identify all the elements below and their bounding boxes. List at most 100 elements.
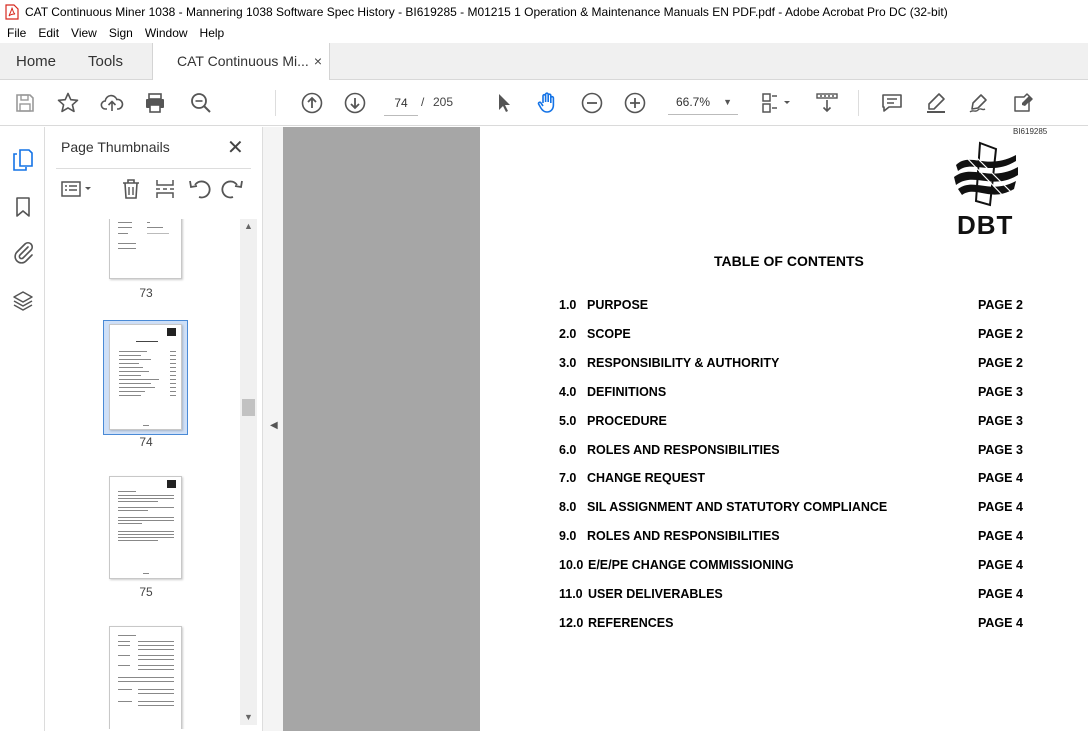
close-panel-icon[interactable]: ✕ (227, 135, 244, 160)
acrobat-window: CAT Continuous Miner 1038 - Mannering 10… (0, 0, 1088, 731)
zoom-in-icon[interactable] (623, 91, 647, 115)
toc-entry-title: PROCEDURE (587, 414, 667, 428)
toc-entry-title: ROLES AND RESPONSIBILITIES (587, 529, 780, 543)
scroll-down-icon[interactable]: ▼ (244, 712, 253, 722)
next-page-icon[interactable] (343, 91, 367, 115)
delete-page-icon[interactable] (119, 177, 143, 201)
toolbar-separator (275, 90, 276, 116)
rotate-left-icon[interactable] (187, 177, 211, 201)
document-view[interactable]: BI619285 DBT TABLE OF CONTENTS 1.0 PURPOS… (283, 127, 1088, 731)
menu-sign[interactable]: Sign (102, 26, 138, 40)
toc-entry-title: USER DELIVERABLES (588, 587, 723, 601)
pdf-page: BI619285 DBT TABLE OF CONTENTS 1.0 PURPOS… (480, 127, 1088, 731)
rotate-right-icon[interactable] (221, 177, 245, 201)
save-icon[interactable] (13, 91, 37, 115)
tab-home[interactable]: Home (16, 43, 56, 80)
thumbnail-page-76[interactable] (109, 626, 182, 729)
toc-entry-page: PAGE 4 (978, 558, 1023, 572)
toc-entry-number: 2.0 (559, 327, 577, 341)
extract-page-icon[interactable] (153, 177, 177, 201)
tab-bar: Home Tools CAT Continuous Mi... × (0, 43, 1088, 81)
title-bar: CAT Continuous Miner 1038 - Mannering 10… (0, 0, 1088, 23)
toc-entry-page: PAGE 4 (978, 616, 1023, 630)
thumbnail-label: 75 (139, 585, 153, 599)
toc-entry-title: RESPONSIBILITY & AUTHORITY (587, 356, 780, 370)
toc-entry-page: PAGE 3 (978, 414, 1023, 428)
thumbnail-options-icon[interactable] (60, 177, 96, 201)
tab-tools[interactable]: Tools (88, 43, 123, 80)
toc-entry-page: PAGE 3 (978, 443, 1023, 457)
toc-entry-number: 9.0 (559, 529, 577, 543)
menu-view[interactable]: View (64, 26, 102, 40)
toc-entry-page: PAGE 4 (978, 500, 1023, 514)
window-title: CAT Continuous Miner 1038 - Mannering 10… (25, 4, 948, 19)
page-display-icon[interactable] (760, 91, 792, 115)
select-cursor-icon[interactable] (492, 91, 516, 115)
scroll-up-icon[interactable]: ▲ (244, 221, 253, 231)
toc-entry-number: 12.0 (559, 616, 584, 630)
toc-entry-page: PAGE 2 (978, 327, 1023, 341)
menu-help[interactable]: Help (193, 26, 230, 40)
zoom-out-icon[interactable] (580, 91, 604, 115)
print-icon[interactable] (143, 91, 167, 115)
fill-sign-icon[interactable] (1011, 91, 1035, 115)
thumbnail-page-74[interactable] (109, 324, 182, 430)
toc-entry-title: E/E/PE CHANGE COMMISSIONING (588, 558, 794, 572)
toc-entry-title: DEFINITIONS (587, 385, 667, 399)
layers-icon[interactable] (11, 289, 35, 313)
toc-title: TABLE OF CONTENTS (714, 253, 864, 269)
collapse-panel-icon[interactable]: ◀ (270, 420, 278, 431)
toc-entry-page: PAGE 4 (978, 587, 1023, 601)
menu-window[interactable]: Window (138, 26, 193, 40)
page-total: 205 (433, 95, 454, 109)
toolbar-separator (858, 90, 859, 116)
toolbar: / 205 66.7% ▼ (0, 80, 1088, 126)
toc-entry-page: PAGE 3 (978, 385, 1023, 399)
search-zoom-icon[interactable] (189, 91, 213, 115)
sign-icon[interactable] (967, 91, 991, 115)
scroll-mode-icon[interactable] (815, 91, 839, 115)
page-number-input[interactable] (384, 90, 418, 116)
menu-edit[interactable]: Edit (31, 26, 64, 40)
toc-entry-number: 5.0 (559, 414, 577, 428)
toc-entry-number: 7.0 (559, 471, 577, 485)
toc-entry-number: 10.0 (559, 558, 584, 572)
toc-entry-title: ROLES AND RESPONSIBILITIES (587, 443, 780, 457)
toc-entry-page: PAGE 2 (978, 298, 1023, 312)
upload-icon[interactable] (100, 91, 124, 115)
menu-file[interactable]: File (0, 26, 31, 40)
hand-icon[interactable] (535, 91, 559, 115)
thumbnail-label: 73 (139, 286, 153, 300)
panel-splitter[interactable]: ◀ (262, 127, 283, 731)
thumbnail-label: 74 (139, 435, 153, 449)
close-tab-icon[interactable]: × (314, 43, 322, 80)
tab-document[interactable]: CAT Continuous Mi... × (152, 43, 330, 81)
toc-entry-title: PURPOSE (587, 298, 649, 312)
bookmark-star-icon[interactable] (56, 91, 80, 115)
menu-bar: File Edit View Sign Window Help (0, 23, 1088, 43)
scrollbar-thumb[interactable] (242, 399, 255, 416)
toc-entry-page: PAGE 4 (978, 471, 1023, 485)
chevron-down-icon: ▼ (723, 97, 732, 107)
toc-entry-title: SCOPE (587, 327, 631, 341)
logo-text: DBT (957, 210, 1014, 240)
zoom-select[interactable]: 66.7% ▼ (668, 91, 738, 115)
bookmarks-icon[interactable] (11, 195, 35, 219)
toc-entry-number: 8.0 (559, 500, 577, 514)
toc-entry-number: 11.0 (559, 587, 583, 601)
tab-document-label: CAT Continuous Mi... (177, 53, 309, 69)
thumbnail-page-75[interactable] (109, 476, 182, 579)
toc-entry-number: 3.0 (559, 356, 577, 370)
thumbnails-panel: Page Thumbnails ✕ 73 74 75 (46, 127, 262, 731)
attachments-icon[interactable] (11, 240, 35, 264)
acrobat-logo-icon (5, 3, 19, 20)
highlight-icon[interactable] (924, 91, 948, 115)
document-id: BI619285 (1013, 127, 1048, 136)
page-thumbnails-icon[interactable] (11, 148, 35, 172)
thumbnails-scrollbar[interactable]: ▲ ▼ (240, 219, 257, 725)
comment-icon[interactable] (880, 91, 904, 115)
thumbnail-page-73[interactable] (109, 219, 182, 279)
thumbnails-list[interactable]: 73 74 75 (56, 219, 252, 729)
prev-page-icon[interactable] (300, 91, 324, 115)
toc-entry-title: SIL ASSIGNMENT AND STATUTORY COMPLIANCE (587, 500, 888, 514)
